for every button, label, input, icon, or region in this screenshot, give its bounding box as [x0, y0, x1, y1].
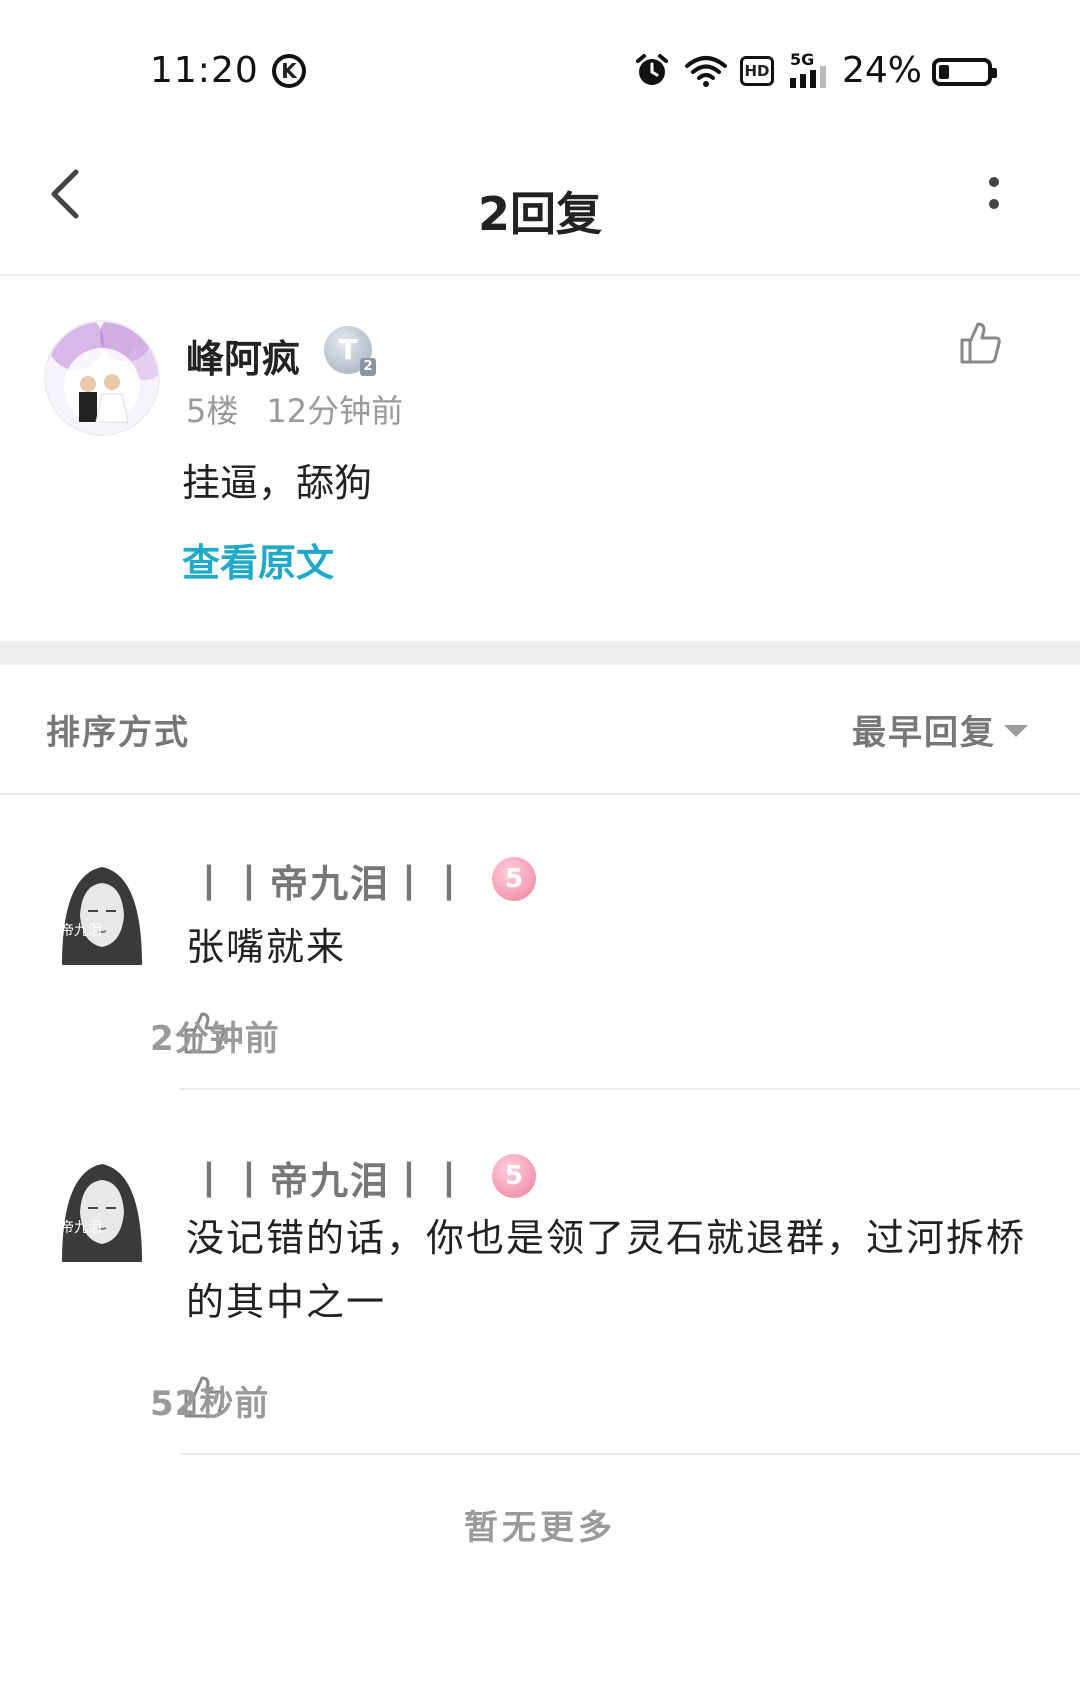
chevron-down-icon[interactable]	[1004, 725, 1028, 737]
reply-item: 帝九泪 丨丨帝九泪丨丨 5 没记错的话，你也是领了灵石就退群，过河拆桥的其中之一…	[0, 1090, 1080, 1455]
reply-divider	[180, 1453, 1080, 1455]
user-level-badge: 5	[492, 1154, 536, 1198]
nav-bar: 2回复	[0, 140, 1080, 276]
svg-text:帝九泪: 帝九泪	[60, 923, 102, 939]
user-level-badge: 5	[492, 857, 536, 901]
reply-content: 张嘴就来	[186, 925, 347, 969]
thumbs-up-icon[interactable]	[958, 320, 1002, 366]
badge-level-number: 2	[360, 358, 376, 376]
svg-text:帝九泪: 帝九泪	[60, 1220, 102, 1236]
status-time: 11:20	[150, 50, 259, 91]
reply-author-name[interactable]: 丨丨帝九泪丨丨	[190, 853, 470, 908]
main-post: 峰阿疯 T 2 5楼 12分钟前 挂逼，舔狗 查看原文	[0, 276, 1080, 641]
post-floor: 5楼	[186, 392, 239, 430]
reply-author-name[interactable]: 丨丨帝九泪丨丨	[190, 1150, 470, 1205]
sort-row: 排序方式 最早回复	[0, 665, 1080, 795]
wifi-icon	[685, 56, 727, 87]
author-name[interactable]: 峰阿疯	[186, 328, 300, 383]
k-app-icon: K	[272, 54, 306, 88]
battery-percent: 24%	[842, 50, 923, 91]
reply-avatar[interactable]: 帝九泪	[52, 855, 152, 965]
alarm-icon	[636, 54, 668, 85]
no-more-text: 暂无更多	[464, 1508, 616, 1548]
reply-time: 52秒前	[150, 1384, 270, 1424]
post-time: 12分钟前	[266, 392, 404, 430]
author-avatar[interactable]	[44, 320, 160, 436]
reply-time: 2分钟前	[150, 1019, 280, 1059]
reply-item: 帝九泪 丨丨帝九泪丨丨 5 张嘴就来 2分钟前	[0, 795, 1080, 1090]
reply-content: 没记错的话，你也是领了灵石就退群，过河拆桥的其中之一	[186, 1216, 1027, 1324]
page-title: 2回复	[477, 187, 602, 241]
author-level-badge: T 2	[324, 326, 376, 376]
hd-icon: HD	[740, 56, 774, 86]
status-bar: 11:20 K HD 5G 24%	[0, 0, 1080, 140]
sort-label: 排序方式	[46, 713, 190, 753]
signal-icon	[790, 66, 826, 88]
more-options-icon[interactable]	[986, 174, 1002, 214]
sort-dropdown[interactable]: 最早回复	[852, 705, 996, 754]
post-meta: 5楼 12分钟前	[186, 386, 403, 432]
post-content: 挂逼，舔狗	[182, 461, 373, 505]
reply-avatar[interactable]: 帝九泪	[52, 1152, 152, 1262]
battery-icon	[932, 58, 997, 86]
view-original-link[interactable]: 查看原文	[182, 532, 334, 587]
section-divider	[0, 641, 1080, 665]
